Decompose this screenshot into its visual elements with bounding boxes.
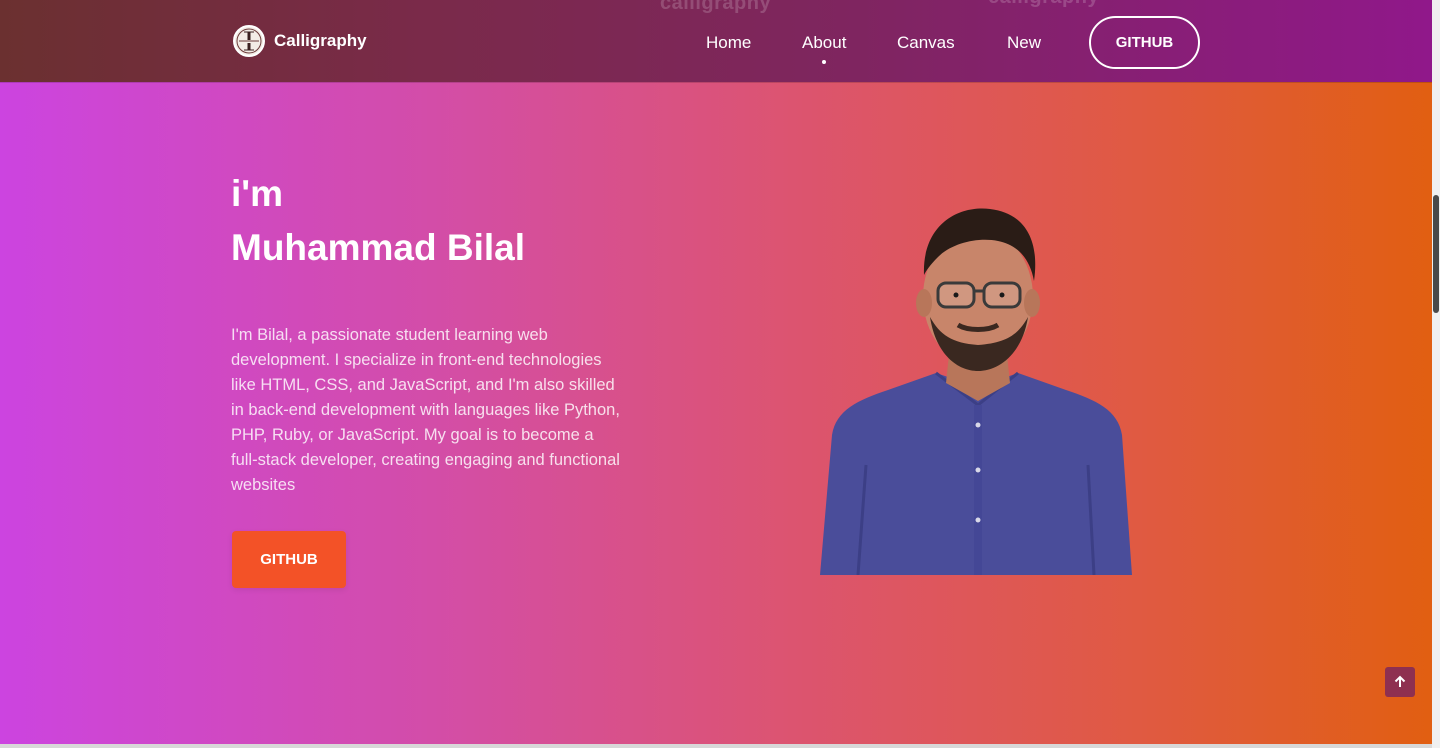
hero-bio: I'm Bilal, a passionate student learning…: [231, 326, 620, 494]
nav-link-canvas[interactable]: Canvas: [897, 33, 955, 53]
page: calligraphy calligraphy Calligraphy Home…: [0, 0, 1440, 748]
profile-portrait-image: [818, 205, 1136, 576]
scrollbar-thumb[interactable]: [1433, 195, 1439, 313]
nav-link-about[interactable]: About: [802, 33, 847, 64]
nav-link-label: About: [802, 33, 847, 52]
nav-link-home[interactable]: Home: [706, 33, 751, 53]
hero-name: Muhammad Bilal: [231, 227, 525, 268]
scroll-to-top-button[interactable]: [1385, 667, 1415, 697]
hero-intro: i'm: [231, 173, 283, 214]
navbar: calligraphy calligraphy Calligraphy Home…: [0, 0, 1432, 82]
ghost-text: calligraphy: [660, 0, 772, 14]
page-scrollbar[interactable]: [1432, 0, 1440, 748]
brand-name: Calligraphy: [274, 31, 367, 50]
bottom-edge: [0, 744, 1432, 748]
hero-github-button[interactable]: GITHUB: [232, 531, 346, 588]
active-indicator-dot: [822, 60, 827, 64]
brand-link[interactable]: Calligraphy: [233, 25, 367, 57]
calligraphy-logo-icon: [233, 25, 265, 57]
nav-github-button[interactable]: GITHUB: [1089, 16, 1200, 69]
arrow-up-icon: [1394, 675, 1406, 687]
ghost-text: calligraphy: [988, 0, 1099, 9]
nav-link-new[interactable]: New: [1007, 33, 1041, 53]
